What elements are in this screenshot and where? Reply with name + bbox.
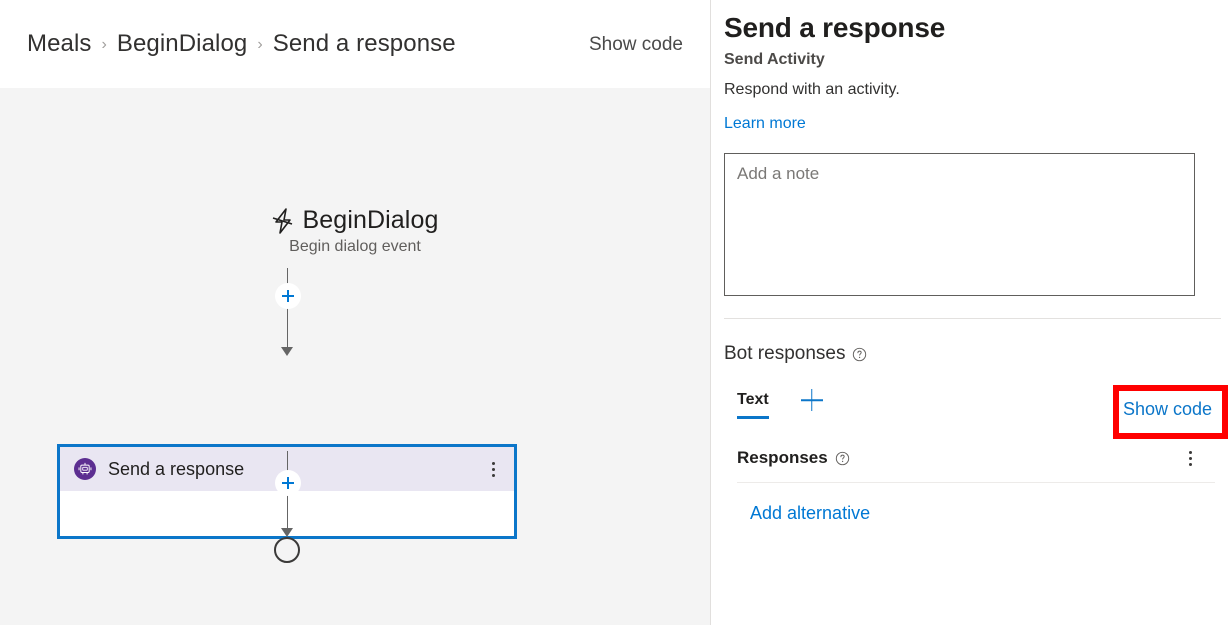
trigger-node[interactable]: BeginDialog Begin dialog event	[0, 206, 710, 256]
responses-kebab-menu-icon[interactable]	[1181, 447, 1199, 469]
show-code-breadcrumb-button[interactable]: Show code	[584, 32, 710, 57]
panel-subtitle: Send Activity	[724, 51, 825, 68]
tab-text[interactable]: Text	[737, 391, 769, 419]
breadcrumb: Meals › BeginDialog › Send a response	[0, 30, 584, 58]
bot-icon	[74, 458, 96, 480]
app-root: Meals › BeginDialog › Send a response Sh…	[0, 0, 1228, 625]
edge-trigger-to-action	[287, 268, 288, 351]
bot-responses-label: Bot responses	[724, 343, 846, 364]
bot-responses-header-row: Bot responses	[724, 343, 1208, 365]
add-node-button-top[interactable]	[276, 284, 300, 308]
breadcrumb-bar: Meals › BeginDialog › Send a response Sh…	[0, 0, 710, 88]
design-canvas-pane: Meals › BeginDialog › Send a response Sh…	[0, 0, 711, 625]
action-node-kebab-menu-icon[interactable]	[484, 458, 502, 480]
trigger-subtitle: Begin dialog event	[289, 238, 421, 255]
show-code-link[interactable]: Show code	[1123, 399, 1212, 420]
add-response-type-plus-icon[interactable]	[799, 387, 825, 413]
help-circle-icon[interactable]	[852, 347, 867, 362]
responses-header-row: Responses	[724, 447, 1199, 469]
dialog-flow-canvas[interactable]: BeginDialog Begin dialog event Send a re…	[0, 88, 710, 625]
note-input[interactable]	[724, 153, 1195, 296]
panel-divider	[724, 318, 1221, 319]
breadcrumb-item-meals[interactable]: Meals	[27, 30, 92, 58]
trigger-title: BeginDialog	[302, 206, 439, 234]
breadcrumb-item-begindialog[interactable]: BeginDialog	[117, 30, 248, 58]
bot-responses-label-group: Bot responses	[724, 343, 867, 365]
edge-arrowhead-icon	[281, 528, 293, 537]
add-node-button-bottom[interactable]	[276, 471, 300, 495]
end-of-flow-node	[274, 537, 300, 563]
property-panel: Send a response Send Activity Respond wi…	[711, 0, 1228, 625]
lightning-bolt-icon	[272, 207, 294, 234]
add-alternative-link[interactable]: Add alternative	[750, 503, 870, 524]
breadcrumb-separator-icon: ›	[257, 36, 263, 53]
breadcrumb-item-send-a-response[interactable]: Send a response	[273, 30, 456, 58]
panel-description: Respond with an activity.	[724, 81, 900, 98]
learn-more-link[interactable]: Learn more	[724, 115, 806, 133]
panel-title: Send a response	[724, 12, 946, 43]
edge-arrowhead-icon	[281, 347, 293, 356]
trigger-title-row: BeginDialog	[0, 206, 710, 235]
responses-label: Responses	[737, 448, 828, 467]
responses-divider	[737, 482, 1215, 483]
responses-label-group: Responses	[737, 448, 850, 468]
breadcrumb-separator-icon: ›	[101, 36, 107, 53]
help-circle-icon[interactable]	[835, 451, 850, 466]
